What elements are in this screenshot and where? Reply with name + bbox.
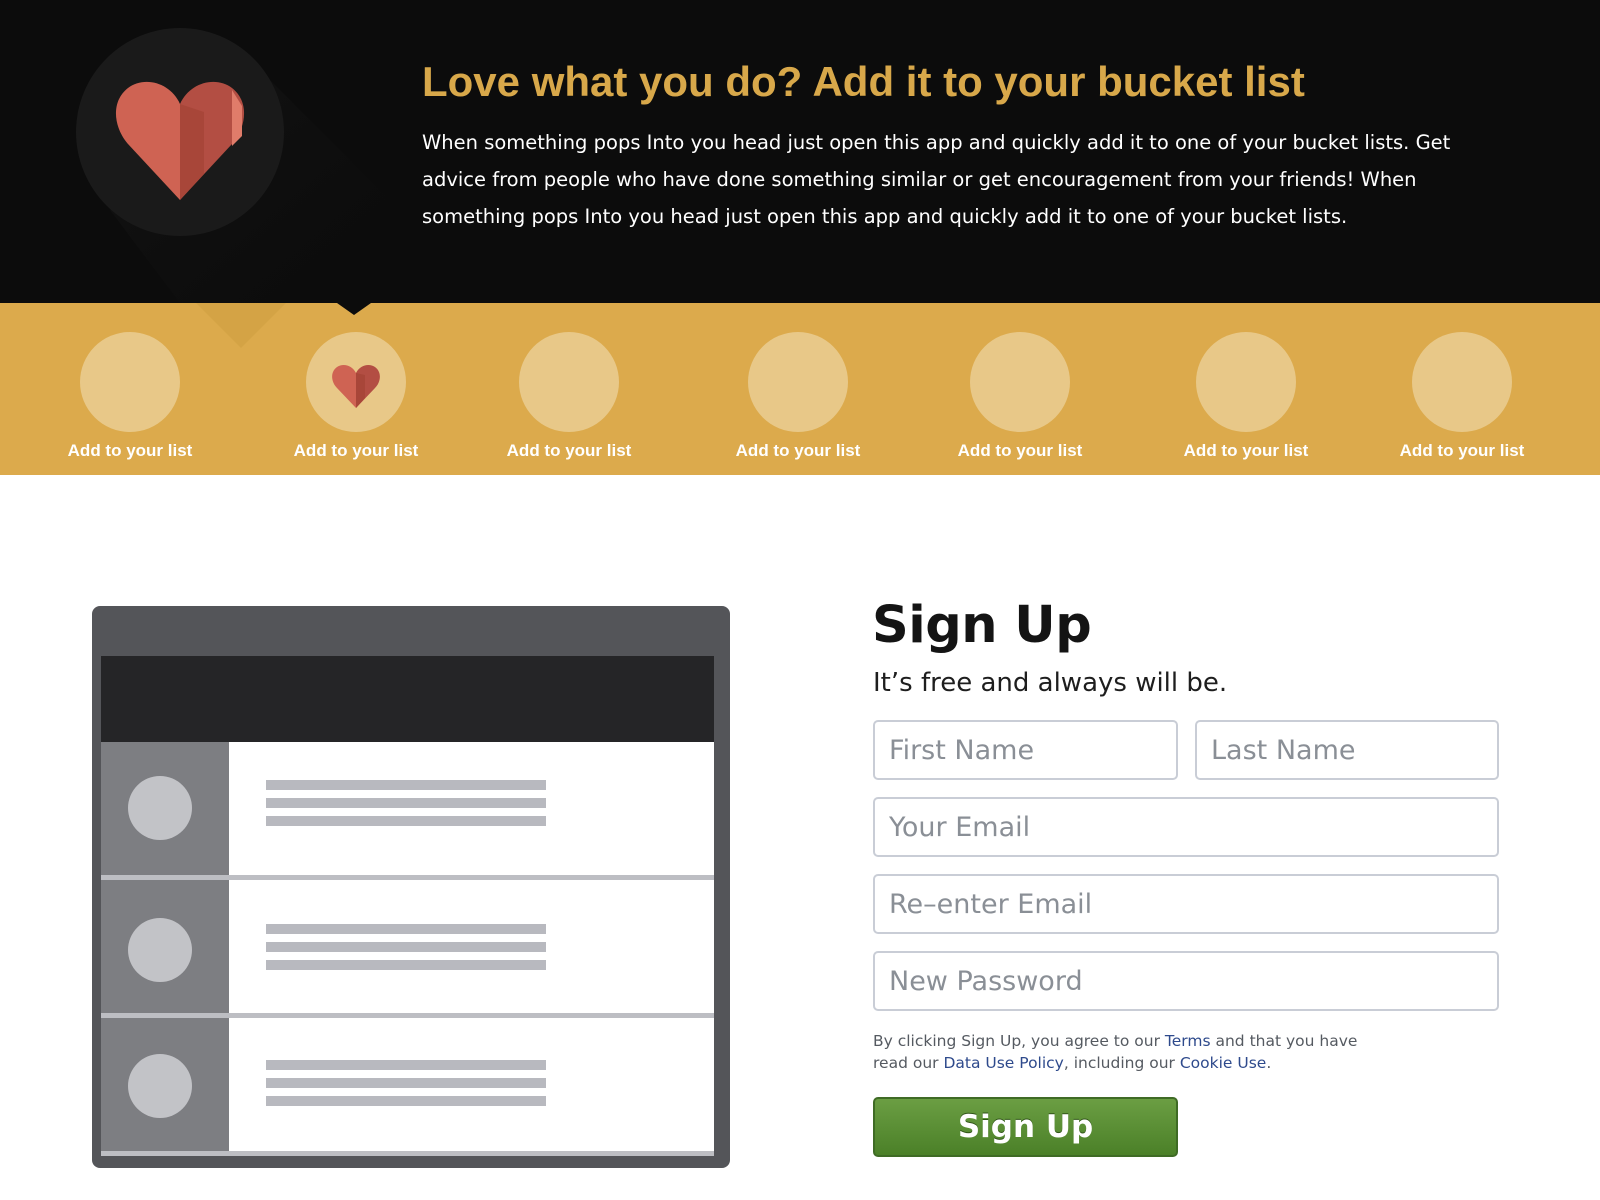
mockup-text-line (266, 780, 546, 790)
app-mockup-illustration (92, 606, 730, 1168)
terms-text: By clicking Sign Up, you agree to our (873, 1032, 1165, 1050)
category-circle[interactable] (1196, 332, 1296, 432)
mockup-divider (101, 1151, 714, 1156)
signup-subtitle: It’s free and always will be. (873, 668, 1228, 698)
category-band: Add to your list Add to your list Add to… (0, 303, 1600, 475)
data-use-policy-link[interactable]: Data Use Policy (943, 1054, 1063, 1072)
mockup-list-row (101, 1018, 714, 1151)
signup-title: Sign Up (872, 596, 1092, 655)
mockup-text-line (266, 960, 546, 970)
selected-category-pointer (337, 303, 371, 315)
new-password-field[interactable] (873, 951, 1499, 1011)
mockup-text-line (266, 816, 546, 826)
category-circle[interactable] (970, 332, 1070, 432)
category-item-2[interactable]: Add to your list (256, 332, 456, 461)
category-circle[interactable] (80, 332, 180, 432)
mockup-list-row (101, 880, 714, 1013)
mockup-avatar (128, 1054, 192, 1118)
terms-notice: By clicking Sign Up, you agree to our Te… (873, 1030, 1393, 1074)
category-circle[interactable] (1412, 332, 1512, 432)
category-circle[interactable] (519, 332, 619, 432)
category-label[interactable]: Add to your list (1362, 441, 1562, 461)
category-label[interactable]: Add to your list (698, 441, 898, 461)
category-item-4[interactable]: Add to your list (698, 332, 898, 461)
mockup-text-line (266, 1060, 546, 1070)
cookie-use-link[interactable]: Cookie Use (1180, 1054, 1267, 1072)
category-item-6[interactable]: Add to your list (1146, 332, 1346, 461)
terms-link[interactable]: Terms (1165, 1032, 1211, 1050)
heart-icon (115, 81, 245, 200)
first-name-field[interactable] (873, 720, 1178, 780)
mockup-text-line (266, 924, 546, 934)
terms-text: , including our (1063, 1054, 1180, 1072)
category-item-7[interactable]: Add to your list (1362, 332, 1562, 461)
terms-text: . (1266, 1054, 1272, 1072)
sign-up-button[interactable]: Sign Up (873, 1097, 1178, 1157)
category-circle[interactable] (748, 332, 848, 432)
mockup-text-line (266, 1078, 546, 1088)
heart-icon (332, 365, 380, 408)
category-label[interactable]: Add to your list (30, 441, 230, 461)
mockup-list-row (101, 742, 714, 875)
category-label[interactable]: Add to your list (920, 441, 1120, 461)
category-item-1[interactable]: Add to your list (30, 332, 230, 461)
mockup-avatar (128, 918, 192, 982)
category-item-5[interactable]: Add to your list (920, 332, 1120, 461)
hero-banner: Love what you do? Add it to your bucket … (0, 0, 1600, 303)
mockup-avatar (128, 776, 192, 840)
category-label[interactable]: Add to your list (469, 441, 669, 461)
mockup-text-line (266, 942, 546, 952)
mockup-text-line (266, 1096, 546, 1106)
mockup-text-line (266, 798, 546, 808)
last-name-field[interactable] (1195, 720, 1499, 780)
email-field[interactable] (873, 797, 1499, 857)
reenter-email-field[interactable] (873, 874, 1499, 934)
hero-heart-badge (76, 28, 284, 236)
category-item-3[interactable]: Add to your list (469, 332, 669, 461)
category-label[interactable]: Add to your list (256, 441, 456, 461)
mockup-header-bar (101, 656, 714, 742)
category-label[interactable]: Add to your list (1146, 441, 1346, 461)
category-circle[interactable] (306, 332, 406, 432)
